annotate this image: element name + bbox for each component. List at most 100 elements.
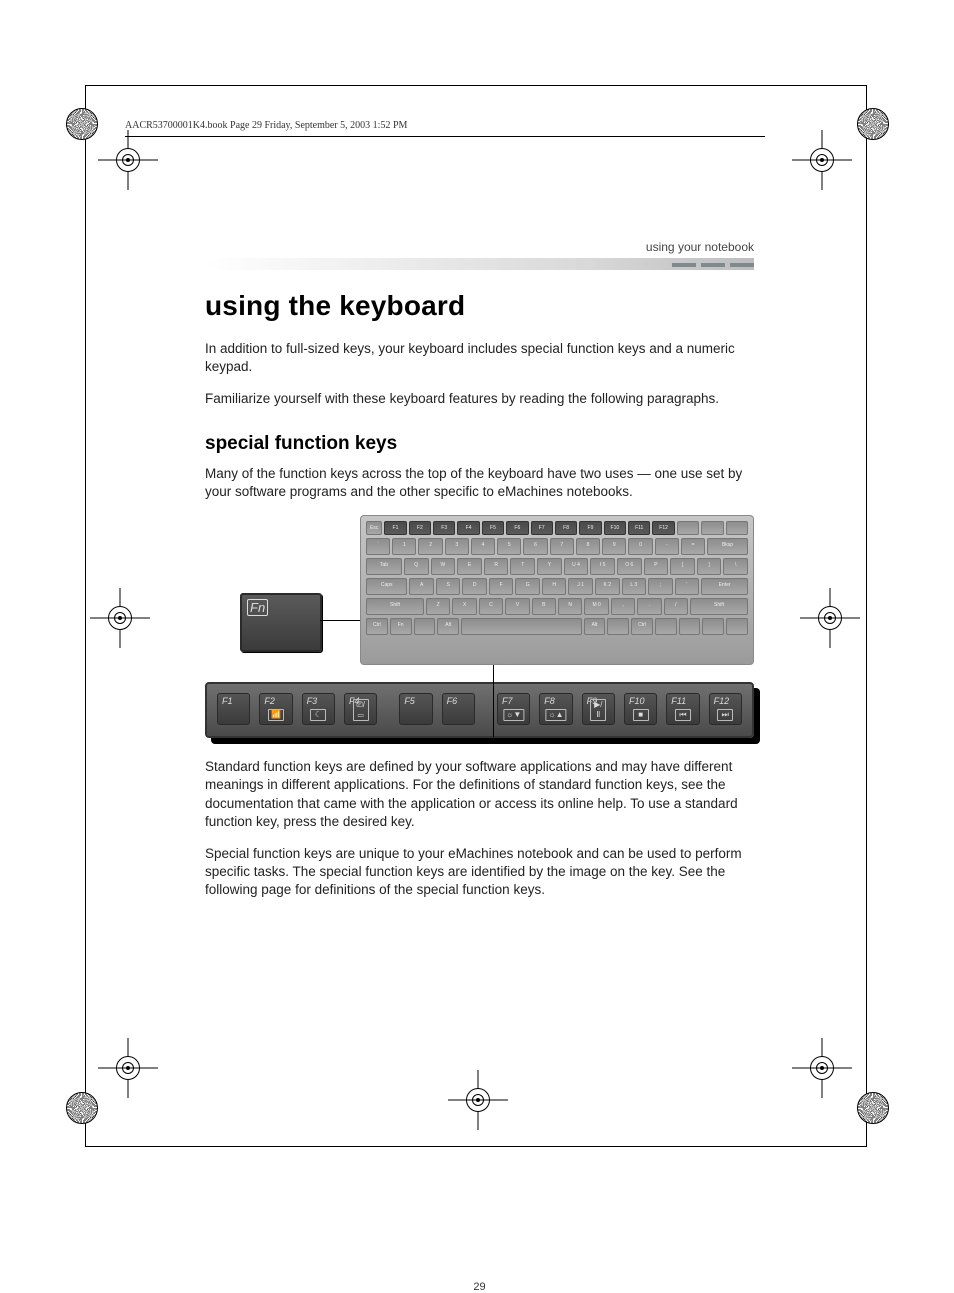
keyboard-key (701, 521, 723, 535)
keyboard-key: J 1 (568, 578, 593, 595)
keyboard-key: F10 (604, 521, 626, 535)
keyboard-key: / (664, 598, 688, 615)
keyboard-key: F8 (555, 521, 577, 535)
keyboard-key: . (637, 598, 661, 615)
keyboard-key: F6 (506, 521, 528, 535)
keyboard-key: U 4 (564, 558, 589, 575)
keyboard-key: = (681, 538, 705, 555)
keyboard-key: F5 (482, 521, 504, 535)
crop-mark-icon (857, 1092, 889, 1124)
keyboard-key: Shift (690, 598, 748, 615)
paragraph: Familiarize yourself with these keyboard… (205, 390, 754, 408)
keyboard-key: I 5 (590, 558, 615, 575)
keyboard-key: R (484, 558, 509, 575)
function-key-icon: ⏭ (717, 709, 733, 721)
keyboard-key: 6 (523, 538, 547, 555)
keyboard-key: Caps (366, 578, 407, 595)
keyboard-key: 4 (471, 538, 495, 555)
keyboard-key (726, 618, 748, 635)
accent-ticks (672, 263, 754, 267)
keyboard-key: M 0 (584, 598, 608, 615)
keyboard-key: 8 (576, 538, 600, 555)
header-rule (125, 136, 765, 137)
function-key: F12⏭ (709, 693, 742, 725)
keyboard-key: F9 (579, 521, 601, 535)
keyboard-key: [ (670, 558, 695, 575)
function-key: F11⏮ (666, 693, 699, 725)
keyboard-key: , (611, 598, 635, 615)
keyboard-key: 7 (550, 538, 574, 555)
keyboard-key: K 2 (595, 578, 620, 595)
keyboard-key (414, 618, 436, 635)
keyboard-key: F11 (628, 521, 650, 535)
heading-1: using the keyboard (205, 290, 754, 322)
keyboard-key: Alt (584, 618, 606, 635)
keyboard-key: ' (675, 578, 700, 595)
function-key-icon: ☾ (310, 709, 326, 721)
keyboard-key: ` (366, 538, 390, 555)
function-key-icon: 📶 (268, 709, 284, 721)
fn-key-callout: Fn (240, 593, 322, 652)
paragraph: Many of the function keys across the top… (205, 465, 754, 501)
keyboard-key: Alt (437, 618, 459, 635)
function-key-icon: ☼▼ (503, 709, 524, 721)
keyboard-key: 5 (497, 538, 521, 555)
keyboard-key: F7 (531, 521, 553, 535)
keyboard-key: C (479, 598, 503, 615)
keyboard-key: A (409, 578, 434, 595)
keyboard-key: X (452, 598, 476, 615)
paragraph: Special function keys are unique to your… (205, 845, 754, 900)
keyboard-key: Q (404, 558, 429, 575)
keyboard-key: \ (723, 558, 748, 575)
keyboard-key (461, 618, 582, 635)
keyboard-key: Y (537, 558, 562, 575)
keyboard-key: O 6 (617, 558, 642, 575)
page-number: 29 (473, 1281, 485, 1293)
keyboard-key: ; (648, 578, 673, 595)
keyboard-key: Esc (366, 521, 382, 535)
keyboard-key: Tab (366, 558, 402, 575)
crop-mark-icon (66, 1092, 98, 1124)
keyboard-key: 2 (418, 538, 442, 555)
keyboard-key (679, 618, 701, 635)
keyboard-key: F3 (433, 521, 455, 535)
function-key: F9▶/Ⅱ (582, 693, 615, 725)
keyboard-illustration: Fn EscF1F2F3F4F5F6F7F8F9F10F11F12 `12345… (205, 515, 754, 738)
keyboard-key: Z (426, 598, 450, 615)
keyboard-key: W (431, 558, 456, 575)
keyboard-key: ] (697, 558, 722, 575)
keyboard-key: Shift (366, 598, 424, 615)
function-key: F7☼▼ (497, 693, 530, 725)
keyboard-key: F12 (652, 521, 674, 535)
keyboard-key: 0 (628, 538, 652, 555)
keyboard-key: L 3 (622, 578, 647, 595)
keyboard-key: Fn (390, 618, 412, 635)
keyboard-key: Bksp (707, 538, 748, 555)
content: using the keyboard In addition to full-s… (205, 285, 754, 914)
keyboard-key: Enter (701, 578, 748, 595)
keyboard-key: V (505, 598, 529, 615)
keyboard-key (726, 521, 748, 535)
function-key-strip: F1F2📶F3☾F4⎚/▭F5F6F7☼▼F8☼▲F9▶/ⅡF10■F11⏮F1… (205, 682, 754, 738)
function-key: F3☾ (302, 693, 335, 725)
keyboard-key: S (436, 578, 461, 595)
paragraph: Standard function keys are defined by yo… (205, 758, 754, 831)
function-key-icon: ⏮ (675, 709, 691, 721)
keyboard-key: D (462, 578, 487, 595)
function-key-icon: ■ (633, 709, 649, 721)
function-key: F10■ (624, 693, 657, 725)
function-key-icon: ⎚/▭ (353, 699, 369, 721)
heading-2: special function keys (205, 433, 754, 455)
keyboard-key: 9 (602, 538, 626, 555)
function-key: F8☼▲ (539, 693, 572, 725)
keyboard-key (655, 618, 677, 635)
keyboard-key: G (515, 578, 540, 595)
keyboard-key (702, 618, 724, 635)
keyboard-key: Ctrl (631, 618, 653, 635)
running-head: using your notebook (646, 240, 754, 254)
function-key-icon: ▶/Ⅱ (590, 699, 606, 721)
function-key: F1 (217, 693, 250, 725)
keyboard-key (607, 618, 629, 635)
paragraph: In addition to full-sized keys, your key… (205, 340, 754, 376)
keyboard-key: E (457, 558, 482, 575)
